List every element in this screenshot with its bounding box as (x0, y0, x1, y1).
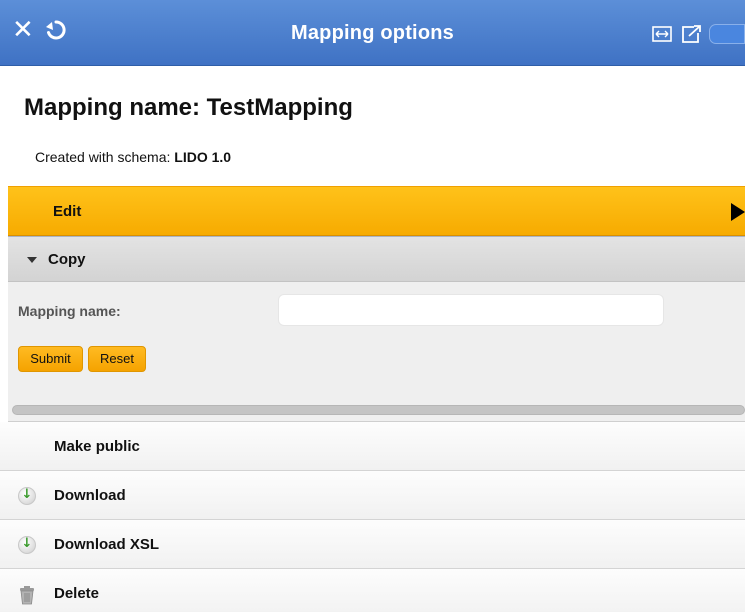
edit-row[interactable]: Edit (8, 186, 745, 236)
window-title: Mapping options (291, 22, 454, 44)
horizontal-scrollbar (8, 398, 745, 422)
download-xsl-label: Download XSL (54, 536, 159, 553)
download-xsl-row[interactable]: Download XSL (0, 520, 745, 569)
download-icon (18, 536, 36, 554)
scrollbar-thumb[interactable] (12, 405, 745, 415)
download-icon (18, 487, 36, 505)
schema-prefix: Created with schema: (35, 149, 171, 165)
mapping-name-input[interactable] (278, 294, 664, 326)
triangle-down-icon (27, 257, 37, 263)
trash-icon (18, 585, 36, 605)
submit-button[interactable]: Submit (18, 346, 83, 372)
expand-icon[interactable] (652, 26, 672, 47)
title-bar: ✕ Mapping options (0, 0, 745, 66)
edit-label: Edit (53, 203, 82, 220)
schema-name: LIDO 1.0 (174, 149, 232, 165)
delete-row[interactable]: Delete (0, 569, 745, 612)
arrow-right-icon (731, 203, 745, 221)
make-public-label: Make public (54, 438, 140, 455)
copy-section-header[interactable]: Copy (8, 236, 745, 282)
reset-button[interactable]: Reset (88, 346, 146, 372)
mapping-heading: Mapping name: TestMapping (24, 94, 353, 121)
schema-info: Created with schema: LIDO 1.0 (35, 149, 231, 165)
menu-tab[interactable] (709, 24, 745, 44)
copy-form: Mapping name: Submit Reset (8, 282, 745, 398)
popout-icon[interactable] (681, 24, 703, 49)
make-public-row[interactable]: Make public (0, 422, 745, 471)
mapping-name-label: Mapping name: (18, 303, 121, 319)
copy-label: Copy (48, 251, 86, 268)
delete-label: Delete (54, 585, 100, 602)
download-label: Download (54, 487, 126, 504)
download-row[interactable]: Download (0, 471, 745, 520)
